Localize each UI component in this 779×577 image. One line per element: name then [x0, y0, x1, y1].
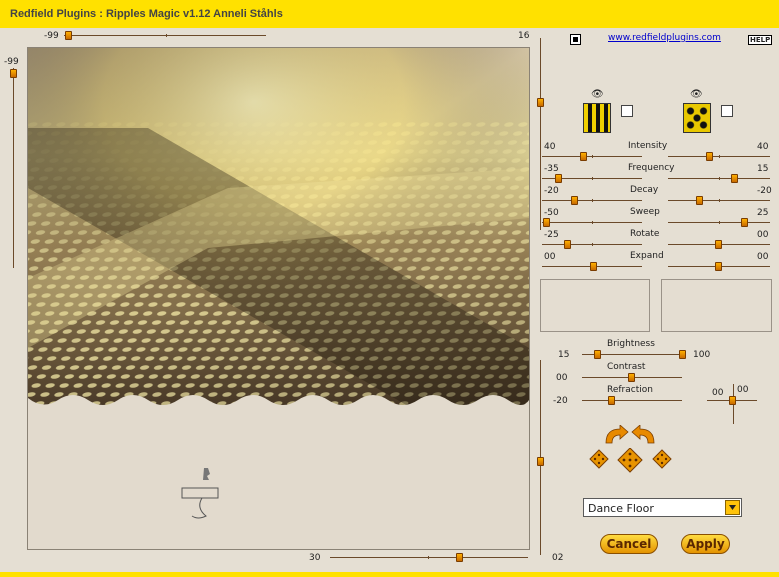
refraction-knob[interactable] [608, 396, 615, 405]
bottom-slider-tick [428, 556, 429, 559]
right-upper-slider-knob[interactable] [537, 98, 544, 107]
slider-label: Frequency [628, 163, 675, 173]
slider-left-value: 00 [544, 252, 556, 262]
right-upper-slider-track[interactable] [540, 38, 541, 230]
slider-label: Sweep [630, 207, 660, 217]
preset-select[interactable]: Dance Floor [583, 498, 742, 517]
random-dice-icons [589, 448, 672, 473]
undo-redo-arrows-icon[interactable] [602, 425, 658, 445]
brightness-label: Brightness [607, 339, 655, 349]
slider-tick [719, 221, 720, 224]
contrast-knob[interactable] [628, 373, 635, 382]
left-slider-value: -99 [4, 57, 19, 67]
slider-right-value: 25 [757, 208, 769, 218]
slider-right-knob[interactable] [706, 152, 713, 161]
dice-small-left-icon [589, 449, 609, 469]
color-box-right[interactable] [661, 279, 772, 332]
color-box-left[interactable] [540, 279, 650, 332]
color-swatch-fill [573, 37, 578, 42]
eye-icon[interactable]: 👁 [591, 89, 604, 100]
slider-label: Expand [630, 251, 664, 261]
help-button[interactable]: HELP [748, 35, 773, 45]
slider-right-knob[interactable] [741, 218, 748, 227]
chevron-down-icon[interactable] [725, 500, 740, 515]
slider-left-value: -20 [544, 186, 559, 196]
top-slider-tick [166, 34, 167, 37]
slider-left-value: -50 [544, 208, 559, 218]
slider-left-knob[interactable] [590, 262, 597, 271]
slider-left-knob[interactable] [580, 152, 587, 161]
slider-right-value: 40 [757, 142, 769, 152]
slider-tick [592, 199, 593, 202]
slider-left-knob[interactable] [571, 196, 578, 205]
slider-tick [592, 221, 593, 224]
slider-right-value: 00 [757, 230, 769, 240]
slider-tick [719, 177, 720, 180]
slider-label: Intensity [628, 141, 668, 151]
bottom-right-value: 02 [552, 553, 564, 563]
slider-right-knob[interactable] [731, 174, 738, 183]
refraction-track[interactable] [582, 400, 682, 401]
slider-left-value: -35 [544, 164, 559, 174]
title-bar: Redfield Plugins : Ripples Magic v1.12 A… [0, 0, 779, 30]
apply-button[interactable]: Apply [681, 534, 730, 554]
refraction-value: -20 [553, 396, 568, 406]
checker-pattern-checkbox[interactable] [721, 105, 733, 117]
dice-small-right-icon [652, 449, 672, 469]
brightness-knob-right[interactable] [679, 350, 686, 359]
bottom-slider-value: 30 [309, 553, 321, 563]
dice-large-center-icon [617, 448, 643, 473]
cancel-button[interactable]: Cancel [600, 534, 658, 554]
ripple-preview-image [28, 48, 529, 549]
slider-right-value: 15 [757, 164, 769, 174]
stripes-pattern-checkbox[interactable] [621, 105, 633, 117]
xy-value-y: 00 [737, 385, 749, 395]
brightness-right-value: 100 [693, 350, 711, 360]
bottom-slider-knob[interactable] [456, 553, 463, 562]
left-slider-track[interactable] [13, 68, 14, 268]
slider-left-value: -25 [544, 230, 559, 240]
brightness-knob-left[interactable] [594, 350, 601, 359]
slider-left-value: 40 [544, 142, 556, 152]
eye-icon[interactable]: 👁 [690, 89, 703, 100]
bottom-slider-track[interactable] [330, 557, 528, 558]
bottom-bar [0, 572, 779, 577]
slider-left-knob[interactable] [543, 218, 550, 227]
top-slider-track[interactable] [64, 35, 266, 36]
right-lower-slider-knob[interactable] [537, 457, 544, 466]
contrast-label: Contrast [607, 362, 646, 372]
slider-left-knob[interactable] [564, 240, 571, 249]
slider-tick [592, 177, 593, 180]
left-slider-knob[interactable] [10, 69, 17, 78]
checker-pattern-button[interactable] [683, 103, 711, 133]
top-slider-knob[interactable] [65, 31, 72, 40]
xy-value-x: 00 [712, 388, 724, 398]
top-right-value: 16 [518, 31, 530, 41]
slider-tick [592, 243, 593, 246]
color-swatch-button[interactable] [570, 34, 581, 45]
slider-label: Rotate [630, 229, 660, 239]
slider-tick [592, 155, 593, 158]
preset-select-value: Dance Floor [588, 502, 654, 515]
slider-right-knob[interactable] [715, 262, 722, 271]
slider-label: Decay [630, 185, 659, 195]
stripes-pattern-button[interactable] [583, 103, 611, 133]
website-link[interactable]: www.redfieldplugins.com [608, 33, 721, 43]
slider-right-value: -20 [757, 186, 772, 196]
slider-tick [719, 155, 720, 158]
slider-right-knob[interactable] [696, 196, 703, 205]
slider-right-knob[interactable] [715, 240, 722, 249]
contrast-value: 00 [556, 373, 568, 383]
slider-right-value: 00 [757, 252, 769, 262]
xy-pad-knob[interactable] [729, 396, 736, 405]
refraction-label: Refraction [607, 385, 653, 395]
window-title: Redfield Plugins : Ripples Magic v1.12 A… [10, 8, 283, 20]
top-slider-value: -99 [44, 31, 59, 41]
slider-left-knob[interactable] [555, 174, 562, 183]
preview-area[interactable] [27, 47, 530, 550]
brightness-left-value: 15 [558, 350, 570, 360]
slider-tick [719, 199, 720, 202]
